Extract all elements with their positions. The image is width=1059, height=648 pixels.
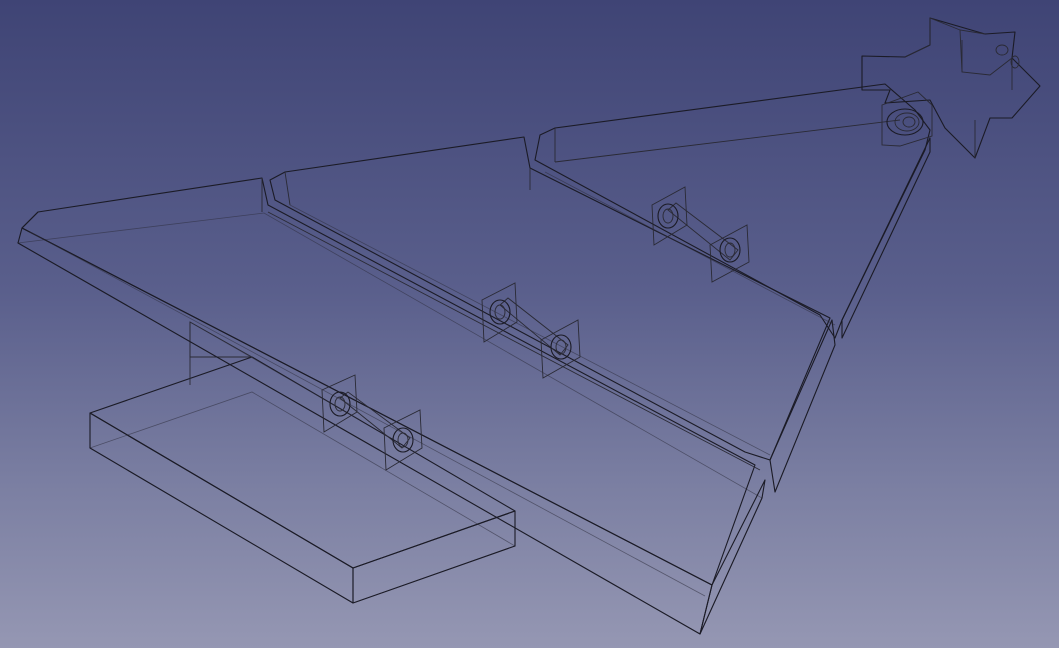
3d-viewport[interactable] bbox=[0, 0, 1059, 648]
star-topper[interactable] bbox=[861, 17, 1041, 159]
tier-bottom[interactable] bbox=[16, 177, 766, 635]
hinge-middle-top[interactable] bbox=[651, 186, 750, 283]
trunk-block[interactable] bbox=[89, 321, 516, 604]
star-hole-icon bbox=[995, 44, 1009, 56]
model-scene[interactable] bbox=[0, 0, 1059, 648]
tier-top[interactable] bbox=[534, 83, 931, 339]
tier-middle[interactable] bbox=[269, 136, 836, 493]
hinge-trunk[interactable] bbox=[321, 374, 423, 471]
